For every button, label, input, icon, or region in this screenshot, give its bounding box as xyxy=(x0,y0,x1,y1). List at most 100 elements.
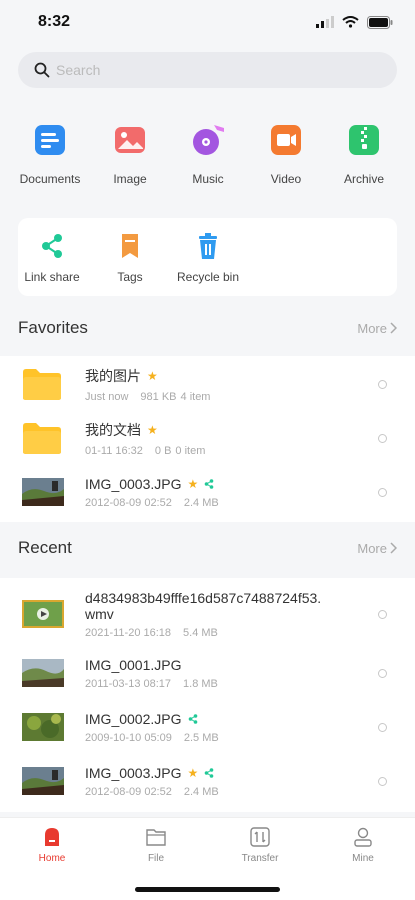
status-icons xyxy=(316,15,393,29)
chevron-right-icon xyxy=(390,322,397,334)
file-name: 我的图片 xyxy=(85,367,141,384)
status-bar: 8:32 xyxy=(0,0,415,44)
file-time: 2012-08-09 02:52 xyxy=(85,785,172,798)
photo-thumbnail xyxy=(22,767,64,795)
share-icon xyxy=(188,713,197,724)
tool-tags[interactable]: Tags xyxy=(90,232,170,284)
category-documents[interactable]: Documents xyxy=(10,122,90,186)
documents-icon xyxy=(35,125,65,155)
category-archive[interactable]: Archive xyxy=(324,122,404,186)
tab-file[interactable]: File xyxy=(116,826,196,864)
file-time: 2011-03-13 08:17 xyxy=(85,677,172,690)
select-radio[interactable] xyxy=(378,487,387,497)
user-icon xyxy=(354,827,372,847)
tab-mine[interactable]: Mine xyxy=(323,826,403,864)
list-item[interactable]: IMG_0003.JPG ★ 2012-08-09 02:52 2.4 MB xyxy=(0,754,415,808)
file-name-continued: wmv xyxy=(85,605,114,622)
tool-link-share[interactable]: Link share xyxy=(12,232,92,284)
file-size: 2.5 MB xyxy=(183,731,219,744)
tab-home[interactable]: Home xyxy=(12,826,92,864)
file-size: 2.4 MB xyxy=(183,496,219,509)
file-time: 2009-10-10 05:09 xyxy=(85,731,172,744)
favorites-header: Favorites More xyxy=(18,316,397,340)
category-image[interactable]: Image xyxy=(90,122,170,186)
section-title: Recent xyxy=(18,538,72,557)
status-time: 8:32 xyxy=(38,13,71,30)
tool-recycle-bin[interactable]: Recycle bin xyxy=(168,232,248,284)
category-label: Documents xyxy=(19,172,81,186)
category-label: Archive xyxy=(343,172,384,186)
select-radio[interactable] xyxy=(378,722,387,732)
list-item[interactable]: IMG_0001.JPG 2011-03-13 08:17 1.8 MB xyxy=(0,646,415,700)
tab-label: File xyxy=(147,853,165,864)
home-indicator xyxy=(135,887,280,892)
image-icon xyxy=(115,127,145,153)
transfer-icon xyxy=(250,827,270,847)
file-size: 981 KB xyxy=(140,390,177,403)
list-item[interactable]: 我的图片 ★ Just now 981 KB 4 item xyxy=(0,357,415,411)
home-icon xyxy=(45,828,59,846)
category-music[interactable]: Music xyxy=(168,122,248,186)
archive-icon xyxy=(349,125,379,155)
file-time: Just now xyxy=(85,390,129,403)
select-radio[interactable] xyxy=(378,433,387,443)
select-radio[interactable] xyxy=(378,609,387,619)
tools-card: Link share Tags Recycle bin xyxy=(18,218,397,296)
wifi-icon xyxy=(342,16,359,28)
tool-label: Recycle bin xyxy=(176,270,240,284)
favorites-list: 我的图片 ★ Just now 981 KB 4 item 我的文档 ★ 01-11 1… xyxy=(0,356,415,522)
select-radio[interactable] xyxy=(378,668,387,678)
file-name: d4834983b49fffe16d587c7488724f53. xyxy=(85,589,322,606)
file-name: IMG_0003.JPG xyxy=(85,764,182,781)
file-time: 2021-11-20 16:18 xyxy=(85,626,172,639)
select-radio[interactable] xyxy=(378,379,387,389)
file-time: 2012-08-09 02:52 xyxy=(85,496,172,509)
file-name: 我的文档 xyxy=(85,421,141,438)
star-icon: ★ xyxy=(187,476,199,491)
file-size: 2.4 MB xyxy=(183,785,219,798)
select-radio[interactable] xyxy=(378,776,387,786)
tool-label: Link share xyxy=(24,270,80,284)
file-size: 1.8 MB xyxy=(183,677,218,690)
star-icon: ★ xyxy=(187,765,199,780)
file-size: 5.4 MB xyxy=(183,626,218,639)
signal-icon xyxy=(316,16,334,28)
search-input[interactable] xyxy=(56,62,356,78)
more-label: More xyxy=(357,540,387,556)
section-title: Favorites xyxy=(18,318,88,337)
chevron-right-icon xyxy=(390,542,397,554)
list-item[interactable]: IMG_0002.JPG 2009-10-10 05:09 2.5 MB xyxy=(0,700,415,754)
tab-label: Mine xyxy=(352,853,374,864)
photo-thumbnail xyxy=(22,713,64,741)
video-thumbnail xyxy=(22,600,64,628)
share-icon xyxy=(204,767,214,778)
file-folder-icon xyxy=(146,829,166,846)
file-count: 4 item xyxy=(180,390,211,403)
list-item[interactable]: d4834983b49fffe16d587c7488724f53. wmv 20… xyxy=(0,582,415,646)
tab-label: Home xyxy=(38,853,66,864)
recent-more-link[interactable]: More xyxy=(357,541,397,556)
tag-icon xyxy=(122,234,138,258)
star-icon: ★ xyxy=(147,368,158,383)
file-name: IMG_0001.JPG xyxy=(85,656,182,673)
tool-label: Tags xyxy=(117,270,143,284)
category-label: Video xyxy=(270,172,302,186)
tab-transfer[interactable]: Transfer xyxy=(220,826,300,864)
category-label: Music xyxy=(192,172,224,186)
list-item[interactable]: 我的文档 ★ 01-11 16:32 0 B0 item xyxy=(0,411,415,465)
star-icon: ★ xyxy=(147,422,158,437)
file-count: 0 item xyxy=(175,444,206,457)
search-bar[interactable] xyxy=(18,52,397,88)
favorites-more-link[interactable]: More xyxy=(357,321,397,336)
trash-icon xyxy=(199,233,217,259)
more-label: More xyxy=(357,320,387,336)
list-item[interactable]: IMG_0003.JPG ★ 2012-08-09 02:52 2.4 MB xyxy=(0,465,415,519)
category-video[interactable]: Video xyxy=(246,122,326,186)
folder-icon xyxy=(23,423,61,454)
tab-label: Transfer xyxy=(241,853,279,864)
photo-thumbnail xyxy=(22,659,64,687)
file-name: IMG_0002.JPG xyxy=(85,710,182,727)
share-icon xyxy=(204,478,214,489)
file-name: IMG_0003.JPG xyxy=(85,475,182,492)
category-label: Image xyxy=(113,172,147,186)
